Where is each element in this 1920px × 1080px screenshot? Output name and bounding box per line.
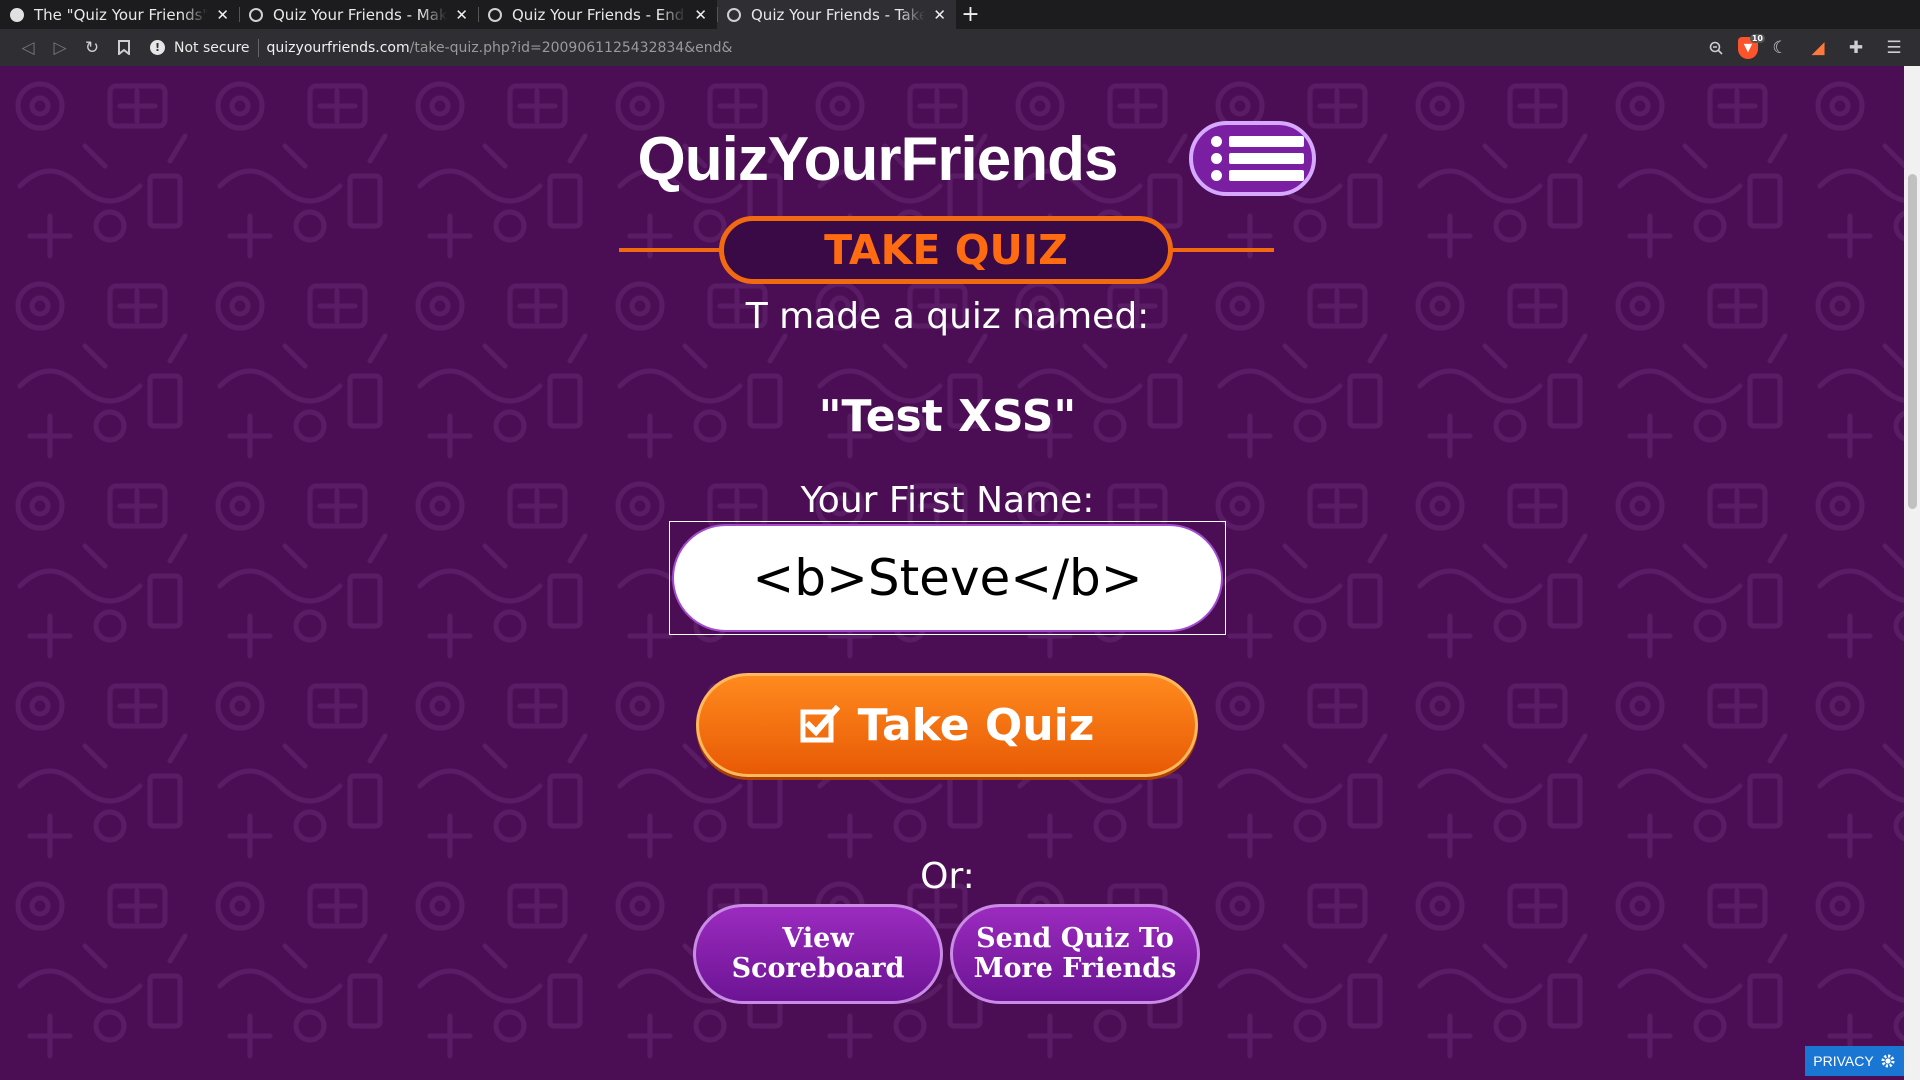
banner-line-left [619,248,723,252]
banner-line-right [1170,248,1274,252]
close-icon[interactable]: ✕ [455,6,468,24]
tab-title: Quiz Your Friends - Take Your Quiz [751,5,926,24]
moon-icon[interactable]: ☾ [1764,33,1796,63]
close-icon[interactable]: ✕ [933,6,946,24]
url-host: quizyourfriends.com [266,39,410,56]
gear-icon [1881,1054,1895,1068]
brave-shield-icon[interactable]: ▼ 10 [1738,33,1765,59]
site-logo[interactable]: QuizYourFriends [610,124,1145,195]
toolbar-right: ▼ 10 ☾ ◢ ✚ ☰ [1700,33,1910,63]
close-icon[interactable]: ✕ [694,6,707,24]
puzzle-icon[interactable]: ✚ [1840,33,1872,63]
list-icon [1211,153,1312,164]
first-name-frame [669,521,1226,635]
bookmark-icon[interactable] [108,33,140,63]
browser-tab-3[interactable]: Quiz Your Friends - End of Quiz ✕ [478,0,717,29]
privacy-button[interactable]: PRIVACY [1805,1046,1904,1076]
forward-icon[interactable]: ▷ [44,33,76,63]
globe-icon [10,7,24,22]
first-name-input[interactable] [672,524,1223,632]
globe-icon [727,7,741,22]
or-label: Or: [920,856,975,897]
scrollbar-thumb[interactable] [1908,174,1917,509]
new-tab-button[interactable]: + [956,0,985,29]
quiz-name: "Test XSS" [818,391,1077,442]
tab-title: Quiz Your Friends - End of Quiz [512,5,686,24]
tab-bar: The "Quiz Your Friends" XSS ✕ Quiz Your … [0,0,1920,29]
menu-button[interactable] [1189,121,1316,196]
take-quiz-button[interactable]: Take Quiz [696,673,1198,777]
quiz-author-text: T made a quiz named: [745,296,1150,337]
globe-icon [249,7,263,22]
divider [257,38,259,57]
browser-toolbar: ◁ ▷ ↻ ! Not secure quizyourfriends.com/t… [0,29,1920,66]
checkbox-icon [800,705,840,743]
page-content: QuizYourFriends TAKE QUIZ T made a quiz … [0,66,1904,1080]
view-scoreboard-button[interactable]: View Scoreboard [693,904,943,1004]
zoom-icon[interactable] [1700,33,1732,63]
tab-title: Quiz Your Friends - Make a Quiz [273,5,448,24]
shield-count: 10 [1749,33,1765,43]
address-bar[interactable]: ! Not secure quizyourfriends.com/take-qu… [150,33,1700,63]
browser-tab-2[interactable]: Quiz Your Friends - Make a Quiz ✕ [239,0,478,29]
browser-tab-4[interactable]: Quiz Your Friends - Take Your Quiz ✕ [717,0,956,29]
warning-icon[interactable]: ! [150,40,165,55]
browser-tab-1[interactable]: The "Quiz Your Friends" XSS ✕ [0,0,239,29]
security-label: Not secure [174,39,250,56]
list-icon [1211,170,1312,181]
close-icon[interactable]: ✕ [216,6,229,24]
page-title: TAKE QUIZ [719,216,1173,284]
back-icon[interactable]: ◁ [12,33,44,63]
take-quiz-label: Take Quiz [857,699,1095,751]
tab-title: The "Quiz Your Friends" XSS [34,5,209,24]
list-icon [1211,136,1312,147]
privacy-label: PRIVACY [1813,1053,1874,1069]
globe-icon [488,7,502,22]
hamburger-icon[interactable]: ☰ [1878,33,1910,63]
send-quiz-button[interactable]: Send Quiz To More Friends [950,904,1200,1004]
reload-icon[interactable]: ↻ [76,33,108,63]
first-name-label: Your First Name: [800,480,1095,521]
url-path: /take-quiz.php?id=2009061125432834&end& [409,39,733,56]
rewards-icon[interactable]: ◢ [1802,33,1834,63]
